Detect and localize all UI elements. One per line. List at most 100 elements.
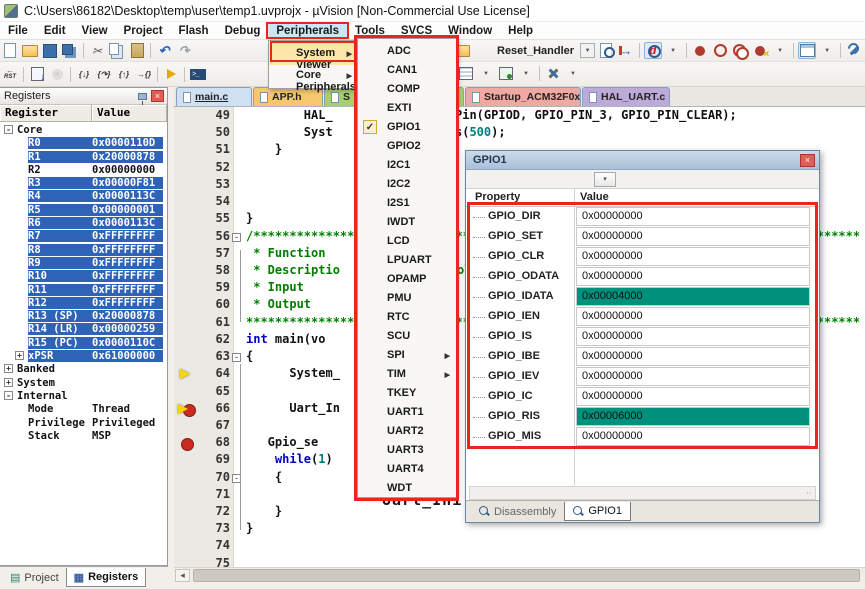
menu-item-adc[interactable]: ADC [358,42,456,61]
menu-item-pmu[interactable]: PMU [358,289,456,308]
execution-arrow-icon[interactable] [177,368,195,381]
menubar-item-edit[interactable]: Edit [36,22,74,39]
register-row-r1[interactable]: R10x20000878 [0,151,167,164]
fold-toggle-icon[interactable]: - [232,353,241,362]
menu-item-uart1[interactable]: UART1 [358,403,456,422]
register-select-dropdown[interactable]: ▾ [594,172,616,187]
menu-item-gpio1[interactable]: GPIO1 [358,118,456,137]
menubar-item-window[interactable]: Window [440,22,500,39]
expand-toggle-icon[interactable]: + [15,351,24,360]
menu-item-i2s1[interactable]: I2S1 [358,194,456,213]
menu-item-opamp[interactable]: OPAMP [358,270,456,289]
register-value[interactable]: 0xFFFFFFFF [92,257,163,269]
register-row-r12[interactable]: R120xFFFFFFFF [0,297,167,310]
menu-item-tim[interactable]: TIM [358,365,456,384]
register-row-r7[interactable]: R70xFFFFFFFF [0,230,167,243]
menu-item-scu[interactable]: SCU [358,327,456,346]
register-value[interactable]: MSP [92,430,163,442]
register-row-r11[interactable]: R110xFFFFFFFF [0,284,167,297]
register-value[interactable]: 0x00000259 [92,323,163,335]
menubar-item-flash[interactable]: Flash [171,22,217,39]
code-line-50[interactable]: 50 Systs(500); [174,125,865,142]
register-value[interactable]: 0x0000110D [92,137,163,149]
register-value[interactable]: 0x0000113C [92,190,163,202]
menu-item-iwdt[interactable]: IWDT [358,213,456,232]
menubar-item-tools[interactable]: Tools [347,22,393,39]
dock-tab-disassembly[interactable]: Disassembly [471,502,564,521]
register-row-r0[interactable]: R00x0000110D [0,137,167,150]
editor-tab-startup-acm32f0x0-s[interactable]: Startup_ACM32F0x0.s [465,87,581,106]
menubar-item-view[interactable]: View [74,22,116,39]
menu-item-i2c1[interactable]: I2C1 [358,156,456,175]
expand-toggle-icon[interactable]: - [4,125,13,134]
breakpoint-arrow-icon[interactable] [177,403,195,416]
code-line-74[interactable]: 74 [174,538,865,555]
menu-item-uart3[interactable]: UART3 [358,441,456,460]
register-value[interactable]: 0xFFFFFFFF [92,284,163,296]
expand-toggle-icon[interactable]: + [4,378,13,387]
register-value[interactable]: Thread [92,403,163,415]
menu-item-wdt[interactable]: WDT [358,479,456,498]
menu-item-lcd[interactable]: LCD [358,232,456,251]
scroll-left-arrow-icon[interactable]: ◂ [175,569,190,582]
menubar-item-project[interactable]: Project [116,22,171,39]
register-row-r10[interactable]: R100xFFFFFFFF [0,270,167,283]
register-value[interactable]: 0xFFFFFFFF [92,297,163,309]
dock-tab-gpio1[interactable]: GPIO1 [564,502,631,521]
gpio1-scroll-strip[interactable]: ∙∙ [469,486,816,500]
register-row-r6[interactable]: R60x0000113C [0,217,167,230]
register-row-banked[interactable]: +Banked [0,363,167,376]
register-row-r14-lr-[interactable]: R14 (LR)0x00000259 [0,323,167,336]
menubar-item-debug[interactable]: Debug [217,22,269,39]
register-row-r9[interactable]: R90xFFFFFFFF [0,257,167,270]
register-row-r15-pc-[interactable]: R15 (PC)0x0000110C [0,337,167,350]
register-row-r3[interactable]: R30x00000F81 [0,177,167,190]
register-row-core[interactable]: -Core [0,124,167,137]
register-row-r13-sp-[interactable]: R13 (SP)0x20000878 [0,310,167,323]
pin-icon[interactable] [138,93,147,100]
toolbar-button-reset-handler[interactable]: Reset_Handler [472,42,579,59]
close-icon[interactable]: × [151,90,164,102]
expand-toggle-icon[interactable]: + [4,364,13,373]
register-value[interactable]: 0x20000878 [92,151,163,163]
register-value[interactable]: Privileged [92,417,163,429]
menu-item-core-peripherals[interactable]: Core Peripherals [269,65,358,87]
menu-item-comp[interactable]: COMP [358,80,456,99]
menu-item-rtc[interactable]: RTC [358,308,456,327]
register-row-xpsr[interactable]: +xPSR0x61000000 [0,350,167,363]
close-icon[interactable]: × [800,154,815,167]
gpio1-dialog-titlebar[interactable]: GPIO1 × [466,151,819,170]
menu-item-system-viewer[interactable]: System Viewer [269,43,358,65]
register-value[interactable]: 0x0000110C [92,337,163,349]
register-row-privilege[interactable]: PrivilegePrivileged [0,417,167,430]
menu-item-exti[interactable]: EXTI [358,99,456,118]
editor-tab-main-c[interactable]: main.c [176,87,252,106]
menubar-item-file[interactable]: File [0,22,36,39]
register-row-r4[interactable]: R40x0000113C [0,190,167,203]
register-value[interactable]: 0x20000878 [92,310,163,322]
breakpoint-icon[interactable] [177,437,195,450]
menubar-item-help[interactable]: Help [500,22,541,39]
menu-item-i2c2[interactable]: I2C2 [358,175,456,194]
menu-item-can1[interactable]: CAN1 [358,61,456,80]
editor-tab-hal-uart-c[interactable]: HAL_UART.c [582,87,670,106]
title-bar[interactable]: C:\Users\86182\Desktop\temp\user\temp1.u… [0,0,865,22]
register-row-mode[interactable]: ModeThread [0,403,167,416]
fold-toggle-icon[interactable]: - [232,233,241,242]
scrollbar-thumb[interactable] [193,569,860,582]
register-value[interactable]: 0xFFFFFFFF [92,270,163,282]
register-value[interactable]: 0x0000113C [92,217,163,229]
menu-item-uart2[interactable]: UART2 [358,422,456,441]
code-line-73[interactable]: 73} [174,521,865,538]
register-row-r2[interactable]: R20x00000000 [0,164,167,177]
menu-item-tkey[interactable]: TKEY [358,384,456,403]
register-row-internal[interactable]: -Internal [0,390,167,403]
register-value[interactable]: 0x61000000 [92,350,163,362]
editor-horizontal-scrollbar[interactable]: ◂ [174,567,865,582]
menu-item-uart4[interactable]: UART4 [358,460,456,479]
register-value[interactable]: 0x00000F81 [92,177,163,189]
register-value[interactable]: 0xFFFFFFFF [92,244,163,256]
menubar-item-peripherals[interactable]: Peripherals [268,22,347,39]
register-row-r5[interactable]: R50x00000001 [0,204,167,217]
register-value[interactable]: 0x00000000 [92,164,163,176]
